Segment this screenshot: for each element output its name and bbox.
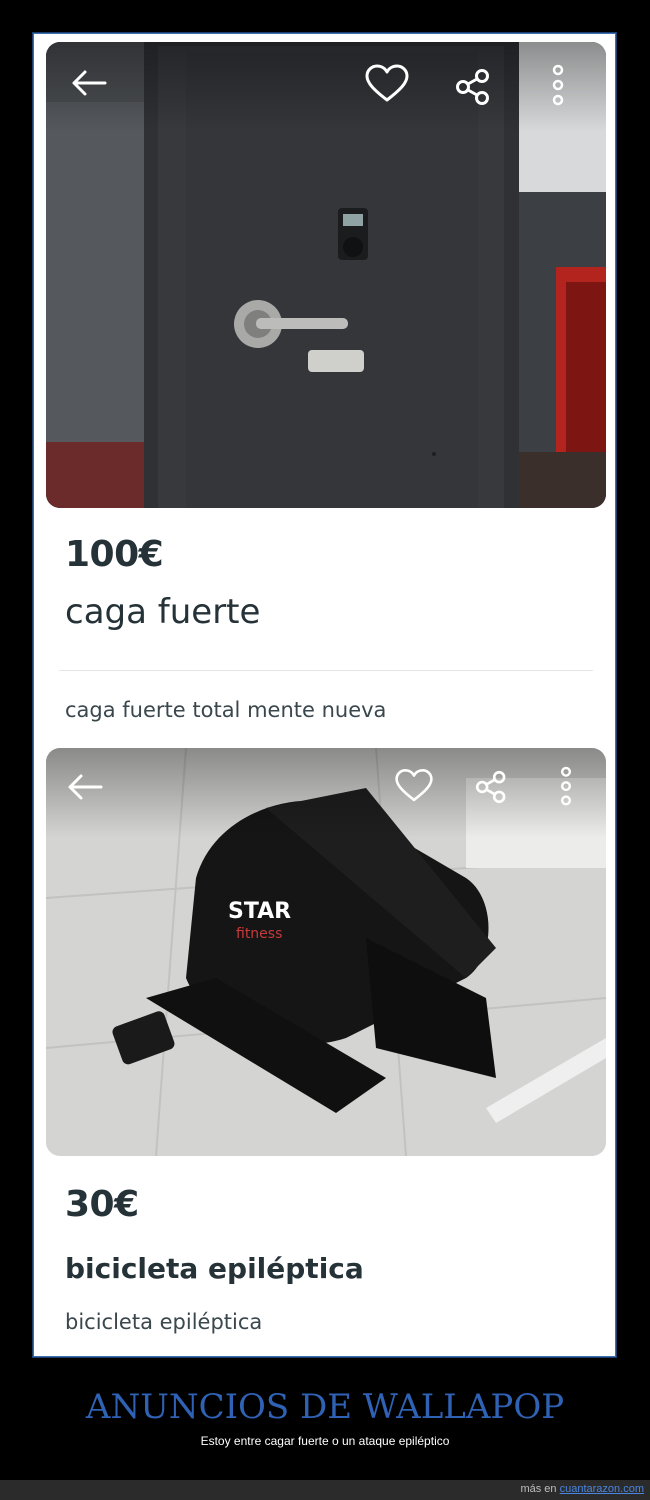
- listing-card-elliptical: STAR fitness 30€ bicicleta epiléptica bi…: [34, 742, 615, 1356]
- back-arrow-icon[interactable]: [70, 68, 108, 98]
- share-icon[interactable]: [454, 68, 494, 106]
- footer-site-link[interactable]: cuantarazon.com: [560, 1483, 644, 1495]
- listing-description: caga fuerte total mente nueva: [65, 698, 387, 722]
- listing-price: 30€: [65, 1184, 139, 1225]
- share-icon[interactable]: [474, 770, 510, 804]
- post-title: ANUNCIOS DE WALLAPOP: [85, 1387, 565, 1427]
- listing-photo-safe[interactable]: [46, 42, 606, 508]
- listing-card-safe: 100€ caga fuerte caga fuerte total mente…: [34, 34, 615, 742]
- post-subtitle: Estoy entre cagar fuerte o un ataque epi…: [200, 1434, 450, 1448]
- divider: [59, 670, 593, 671]
- screenshot-frame: 100€ caga fuerte caga fuerte total mente…: [33, 33, 616, 1357]
- heart-icon[interactable]: [394, 768, 434, 804]
- listing-title: caga fuerte: [65, 592, 261, 632]
- elliptical-brand-logo-sub: fitness: [236, 926, 282, 942]
- listing-photo-elliptical[interactable]: STAR fitness: [46, 748, 606, 1156]
- listing-price: 100€: [65, 534, 164, 575]
- more-vertical-icon[interactable]: [550, 64, 566, 110]
- photo-overlay-topbar: [46, 748, 606, 838]
- listing-title: bicicleta epiléptica: [65, 1252, 364, 1285]
- footer-prefix: más en: [520, 1483, 557, 1495]
- heart-icon[interactable]: [364, 64, 410, 104]
- footer-text: más en cuantarazon.com: [520, 1483, 644, 1495]
- elliptical-brand-logo: STAR: [228, 899, 291, 924]
- photo-overlay-topbar: [46, 42, 606, 132]
- site-footer: más en cuantarazon.com: [0, 1480, 650, 1500]
- listing-description: bicicleta epiléptica: [65, 1310, 263, 1334]
- more-vertical-icon[interactable]: [558, 766, 574, 810]
- back-arrow-icon[interactable]: [66, 772, 104, 802]
